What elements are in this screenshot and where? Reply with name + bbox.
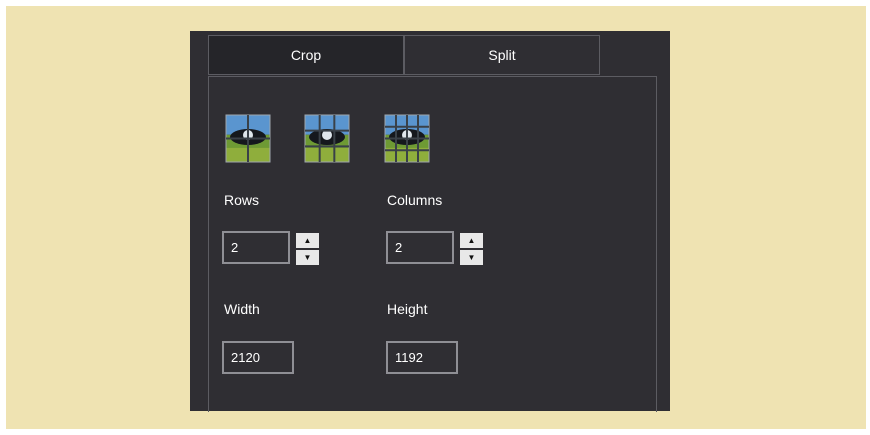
grid-3x3-icon (304, 114, 350, 163)
width-label: Width (224, 301, 260, 317)
arrow-down-icon: ▼ (467, 252, 476, 262)
tab-split-label: Split (488, 47, 516, 63)
height-label: Height (387, 301, 428, 317)
columns-increment-button[interactable]: ▲ (460, 233, 483, 248)
grid-4x4-icon (384, 114, 430, 163)
grid-layout-4x4-button[interactable] (383, 113, 431, 164)
columns-decrement-button[interactable]: ▼ (460, 250, 483, 265)
rows-label: Rows (224, 192, 260, 208)
rows-input[interactable]: 2 (222, 231, 290, 264)
columns-label: Columns (387, 192, 443, 208)
arrow-down-icon: ▼ (303, 252, 312, 262)
height-input[interactable]: 1192 (386, 341, 458, 374)
arrow-up-icon: ▲ (303, 235, 312, 245)
columns-input[interactable]: 2 (386, 231, 454, 264)
split-panel: Crop Split Rows Columns 2 ▲ ▼ 2 ▲ ▼ Widt… (190, 31, 670, 412)
tab-crop-label: Crop (290, 47, 322, 63)
tab-crop[interactable]: Crop (208, 35, 404, 75)
grid-layout-3x3-button[interactable] (303, 113, 351, 164)
grid-layout-2x2-button[interactable] (224, 113, 272, 164)
columns-stepper: ▲ ▼ (460, 233, 483, 265)
grid-2x2-icon (225, 114, 271, 163)
tab-split[interactable]: Split (404, 35, 600, 75)
rows-decrement-button[interactable]: ▼ (296, 250, 319, 265)
app-background: Crop Split Rows Columns 2 ▲ ▼ 2 ▲ ▼ Widt… (6, 6, 866, 429)
rows-increment-button[interactable]: ▲ (296, 233, 319, 248)
rows-stepper: ▲ ▼ (296, 233, 319, 265)
arrow-up-icon: ▲ (467, 235, 476, 245)
width-input[interactable]: 2120 (222, 341, 294, 374)
